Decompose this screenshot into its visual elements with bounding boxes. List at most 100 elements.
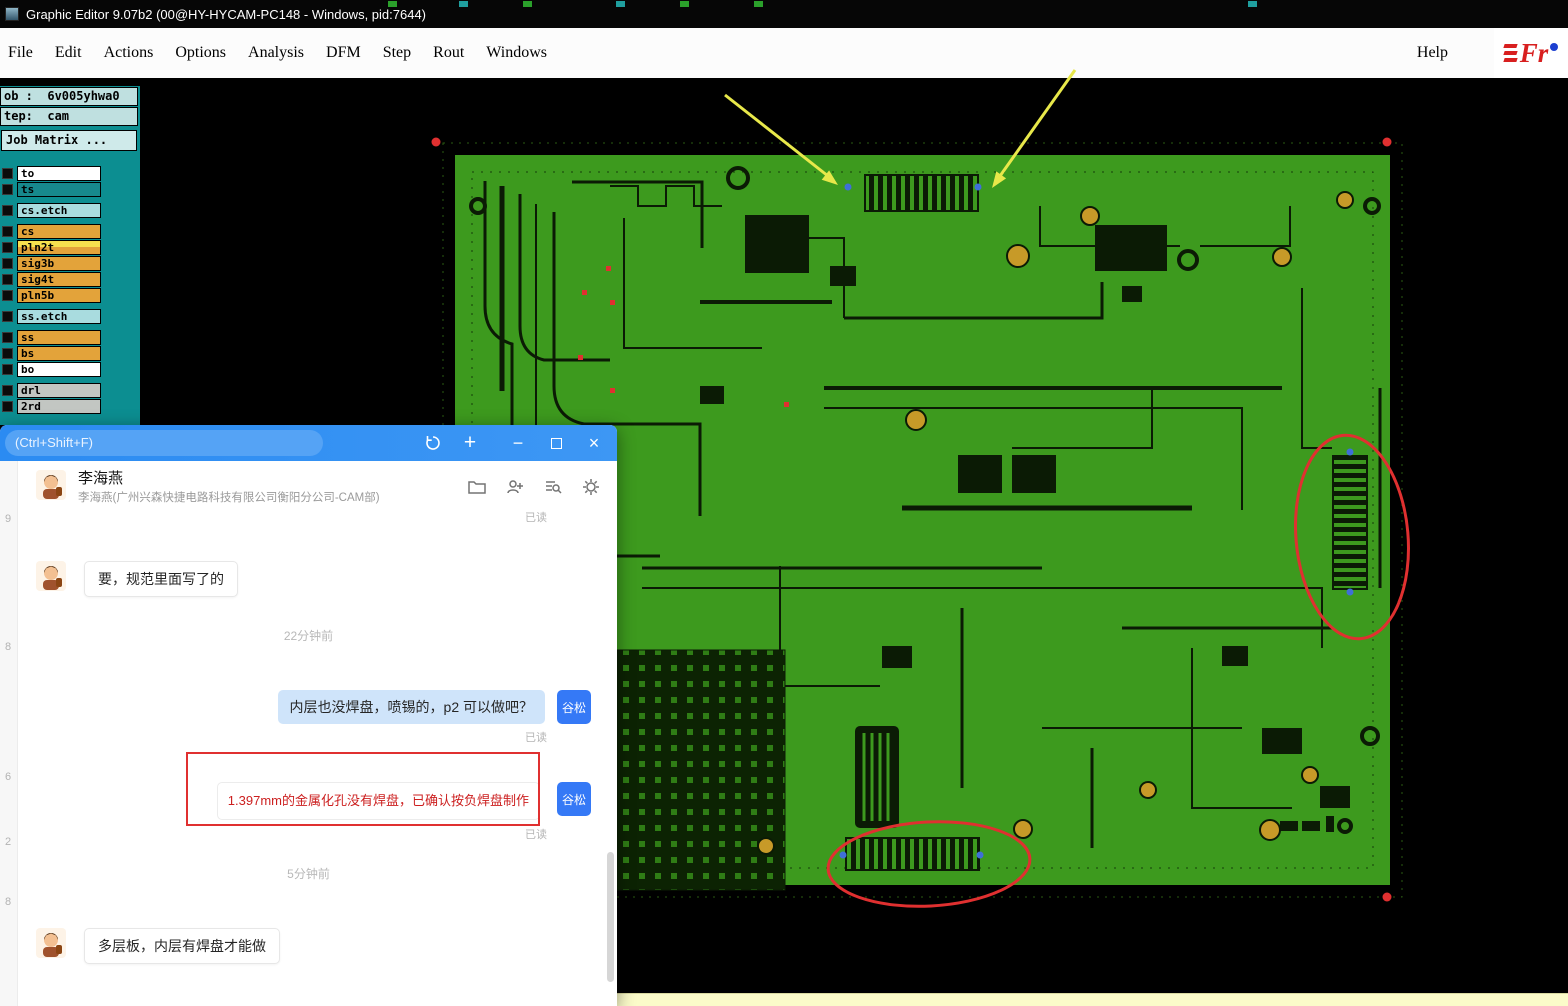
gutter-mark: 2 bbox=[5, 836, 12, 848]
layer-name[interactable]: bs bbox=[17, 345, 101, 361]
chat-header[interactable]: (Ctrl+Shift+F) + − × bbox=[0, 425, 617, 461]
message-avatar[interactable] bbox=[36, 561, 66, 591]
layer-name[interactable]: to bbox=[17, 165, 101, 181]
chat-message-sent-red[interactable]: 1.397mm的金属化孔没有焊盘，已确认按负焊盘制作 bbox=[216, 782, 540, 820]
layer-color-indicator[interactable] bbox=[2, 183, 13, 195]
layer-color-indicator[interactable] bbox=[2, 289, 13, 301]
layer-row-ss-etch[interactable]: ss.etch bbox=[0, 308, 140, 324]
menu-rout[interactable]: Rout bbox=[433, 44, 464, 62]
read-status: 已读 bbox=[525, 512, 547, 524]
gutter-mark: 9 bbox=[5, 513, 12, 525]
layer-name[interactable]: pln2t bbox=[17, 239, 101, 255]
window-title: Graphic Editor 9.07b2 (00@HY-HYCAM-PC148… bbox=[26, 6, 427, 22]
layer-name[interactable]: drl bbox=[17, 382, 101, 398]
gutter-mark: 8 bbox=[5, 896, 12, 908]
layer-row-drl[interactable]: drl bbox=[0, 382, 140, 398]
menu-windows[interactable]: Windows bbox=[486, 44, 547, 62]
sender-avatar-badge[interactable]: 谷松 bbox=[557, 690, 591, 724]
layer-color-indicator[interactable] bbox=[2, 225, 13, 237]
layer-row-cs[interactable]: cs bbox=[0, 223, 140, 239]
menu-help[interactable]: Help bbox=[1417, 44, 1448, 62]
layer-row-sig3b[interactable]: sig3b bbox=[0, 255, 140, 271]
contact-avatar[interactable] bbox=[36, 470, 66, 500]
layer-name[interactable]: ss.etch bbox=[17, 308, 101, 324]
layer-row-sig4t[interactable]: sig4t bbox=[0, 271, 140, 287]
menu-analysis[interactable]: Analysis bbox=[248, 44, 304, 62]
menu-bar: File Edit Actions Options Analysis DFM S… bbox=[0, 28, 1568, 78]
app-icon bbox=[5, 7, 19, 21]
layer-row-cs-etch[interactable]: cs.etch bbox=[0, 202, 140, 218]
logo-dot-icon bbox=[1550, 43, 1559, 51]
job-matrix-button[interactable]: Job Matrix ... bbox=[1, 130, 137, 151]
layer-name[interactable]: ss bbox=[17, 329, 101, 345]
chat-message-received[interactable]: 要，规范里面写了的 bbox=[84, 561, 238, 597]
layer-color-indicator[interactable] bbox=[2, 384, 13, 396]
layer-name[interactable]: 2rd bbox=[17, 398, 101, 414]
layer-color-indicator[interactable] bbox=[2, 331, 13, 343]
pcb-dense-zone bbox=[616, 649, 786, 891]
close-button[interactable]: × bbox=[579, 428, 609, 458]
gutter-mark: 6 bbox=[5, 771, 12, 783]
message-avatar[interactable] bbox=[36, 928, 66, 958]
layer-name[interactable]: ts bbox=[17, 181, 101, 197]
titlebar-artifact bbox=[754, 1, 763, 7]
search-messages-icon[interactable] bbox=[543, 477, 565, 499]
layer-name[interactable]: cs.etch bbox=[17, 202, 101, 218]
history-icon[interactable] bbox=[418, 428, 448, 458]
chat-message-received[interactable]: 多层板，内层有焊盘才能做 bbox=[84, 928, 280, 964]
layer-name[interactable]: pln5b bbox=[17, 287, 101, 303]
layer-name[interactable]: sig4t bbox=[17, 271, 101, 287]
minimize-button[interactable]: − bbox=[503, 428, 533, 458]
titlebar-artifact bbox=[1248, 1, 1257, 7]
menu-step[interactable]: Step bbox=[383, 44, 411, 62]
layer-color-indicator[interactable] bbox=[2, 310, 13, 322]
chat-left-gutter: 9 8 6 2 8 bbox=[0, 461, 18, 1006]
menu-file[interactable]: File bbox=[8, 44, 33, 62]
layer-name[interactable]: bo bbox=[17, 361, 101, 377]
application-window: Graphic Editor 9.07b2 (00@HY-HYCAM-PC148… bbox=[0, 0, 1568, 1006]
job-name-field[interactable]: ob : 6v005yhwa0 bbox=[0, 87, 138, 106]
layer-row-2rd[interactable]: 2rd bbox=[0, 398, 140, 414]
layer-name[interactable]: cs bbox=[17, 223, 101, 239]
folder-icon[interactable] bbox=[467, 477, 489, 499]
titlebar-artifact bbox=[616, 1, 625, 7]
layer-row-ss[interactable]: ss bbox=[0, 329, 140, 345]
layer-row-to[interactable]: to bbox=[0, 165, 140, 181]
layer-color-indicator[interactable] bbox=[2, 167, 13, 179]
layer-color-indicator[interactable] bbox=[2, 241, 13, 253]
contact-name[interactable]: 李海燕 bbox=[78, 467, 123, 488]
titlebar-artifact bbox=[459, 1, 468, 7]
logo-text: Fr bbox=[1519, 37, 1549, 68]
layer-color-indicator[interactable] bbox=[2, 347, 13, 359]
layer-row-pln5b[interactable]: pln5b bbox=[0, 287, 140, 303]
layer-color-indicator[interactable] bbox=[2, 257, 13, 269]
job-side-panel: ob : 6v005yhwa0 tep: cam Job Matrix ... … bbox=[0, 86, 140, 425]
chat-scrollbar[interactable] bbox=[607, 852, 614, 982]
menu-dfm[interactable]: DFM bbox=[326, 44, 361, 62]
layer-color-indicator[interactable] bbox=[2, 363, 13, 375]
layer-color-indicator[interactable] bbox=[2, 204, 13, 216]
sender-avatar-badge[interactable]: 谷松 bbox=[557, 782, 591, 816]
titlebar-artifact bbox=[523, 1, 532, 7]
layer-matrix-table: to ts cs.etch cs pln2t sig3b sig4t pln5b… bbox=[0, 165, 140, 414]
layer-color-indicator[interactable] bbox=[2, 400, 13, 412]
layer-row-bs[interactable]: bs bbox=[0, 345, 140, 361]
layer-row-ts[interactable]: ts bbox=[0, 181, 140, 197]
add-icon[interactable]: + bbox=[455, 428, 485, 458]
pcb-connector-top bbox=[864, 174, 979, 212]
maximize-button[interactable] bbox=[541, 428, 571, 458]
chat-message-sent[interactable]: 内层也没焊盘，喷锡的，p2 可以做吧？ bbox=[277, 690, 545, 724]
window-titlebar[interactable]: Graphic Editor 9.07b2 (00@HY-HYCAM-PC148… bbox=[0, 0, 1568, 28]
layer-name[interactable]: sig3b bbox=[17, 255, 101, 271]
pcb-card-edge-connector-mid bbox=[855, 726, 899, 828]
step-name-field[interactable]: tep: cam bbox=[0, 107, 138, 126]
menu-edit[interactable]: Edit bbox=[55, 44, 82, 62]
add-person-icon[interactable] bbox=[505, 477, 527, 499]
menu-options[interactable]: Options bbox=[175, 44, 226, 62]
gear-icon[interactable] bbox=[581, 477, 603, 499]
chat-search-input[interactable]: (Ctrl+Shift+F) bbox=[5, 430, 323, 456]
menu-actions[interactable]: Actions bbox=[104, 44, 154, 62]
layer-row-pln2t[interactable]: pln2t bbox=[0, 239, 140, 255]
layer-color-indicator[interactable] bbox=[2, 273, 13, 285]
layer-row-bo[interactable]: bo bbox=[0, 361, 140, 377]
